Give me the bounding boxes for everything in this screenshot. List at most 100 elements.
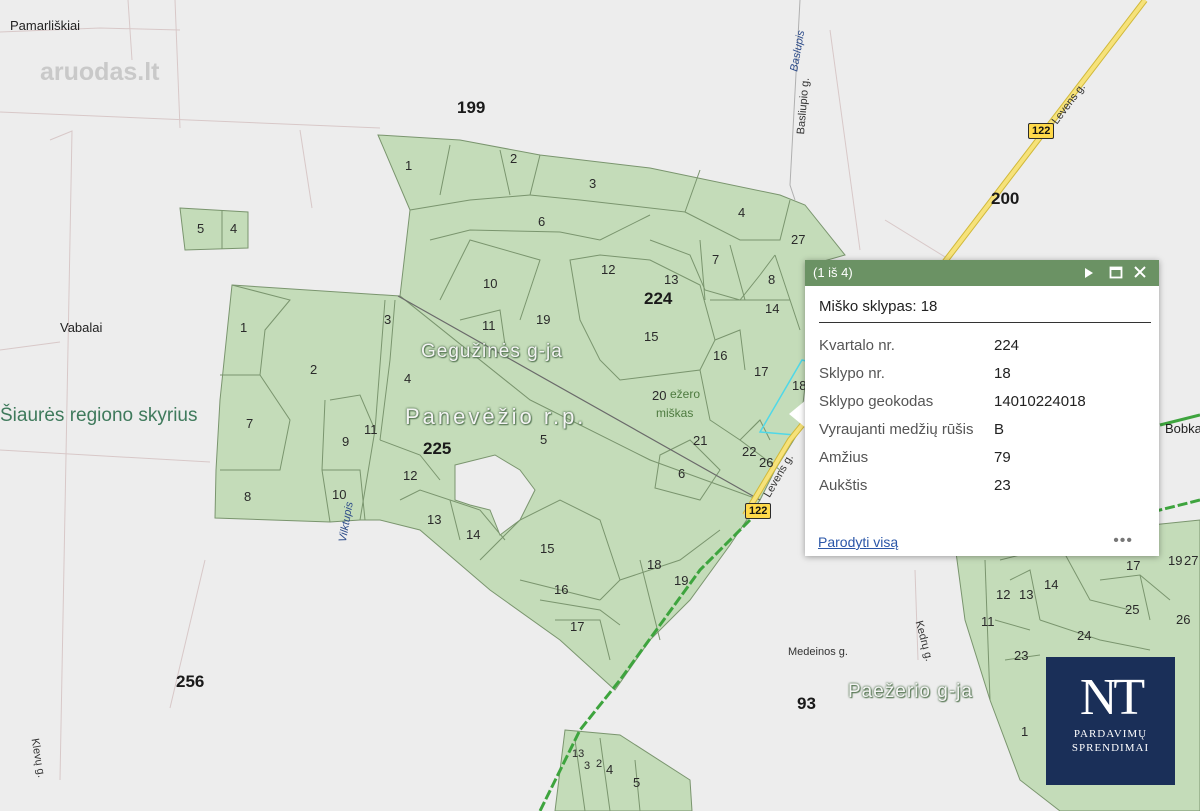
parcel-number: 13 (572, 748, 585, 760)
parcel-number: 4 (606, 762, 614, 777)
parcel-number: 13 (427, 512, 442, 527)
place-label: Vabalai (60, 320, 103, 335)
parcel-number: 18 (647, 557, 662, 572)
forest-name-label: ežero (670, 387, 701, 401)
parcel-number: 7 (712, 252, 720, 267)
quarter-number: 256 (176, 672, 205, 691)
parcel-number: 1 (240, 320, 248, 335)
forest-block-small (179, 207, 249, 251)
popup-pointer (789, 400, 806, 428)
parcel-number: 23 (1014, 648, 1029, 663)
logo-mark: NT (1079, 669, 1145, 726)
parcel-number: 4 (404, 371, 412, 386)
parcel-number: 17 (1126, 558, 1141, 573)
parcel-number: 22 (742, 444, 757, 459)
quarter-number: 224 (644, 289, 673, 308)
parcel-number: 15 (540, 541, 555, 556)
parcel-number: 8 (768, 272, 776, 287)
eldership-label: Gegužinės g-ja (421, 341, 563, 362)
popup-counter: (1 iš 4) (813, 265, 853, 280)
quarter-number: 199 (457, 98, 486, 117)
parcel-number: 26 (1176, 612, 1191, 627)
quarter-number: 200 (991, 189, 1020, 208)
popup-header: (1 iš 4) (805, 260, 1159, 286)
parcel-number: 2 (596, 758, 603, 770)
attribute-value: 14010224018 (994, 392, 1086, 410)
parcel-number: 19 (536, 312, 551, 327)
district-label: Panevėžio r.p. (405, 404, 587, 429)
attribute-row: Vyraujanti medžių rūšis B (819, 415, 1086, 443)
parcel-number: 2 (310, 362, 318, 377)
watermark-logo: aruodas.lt (40, 58, 159, 87)
parcel-number: 27 (1184, 553, 1199, 568)
parcel-number: 13 (1019, 587, 1034, 602)
region-label: Šiaurės regiono skyrius (0, 405, 198, 426)
next-feature-button[interactable] (1083, 260, 1103, 286)
parcel-number: 19 (674, 573, 689, 588)
parcel-number: 21 (693, 433, 708, 448)
parcel-number: 3 (384, 312, 392, 327)
attribute-key: Aukštis (819, 476, 868, 494)
attribute-value: 224 (994, 336, 1020, 354)
parcel-number: 2 (510, 151, 518, 166)
close-icon (1134, 266, 1146, 278)
parcel-number: 11 (981, 614, 995, 629)
attribute-value: 18 (994, 364, 1011, 382)
quarter-number: 93 (797, 694, 816, 713)
forest-map[interactable]: aruodas.lt 199 200 224 225 256 93 Pamarl… (0, 0, 1200, 811)
parcel-number: 12 (403, 468, 418, 483)
parcel-number: 9 (342, 434, 350, 449)
place-label: Pamarliškiai (10, 18, 81, 33)
logo-text-line: PARDAVIMŲ (1073, 728, 1148, 740)
close-button[interactable] (1133, 260, 1153, 286)
parcel-number: 4 (738, 205, 746, 220)
attribute-row: Sklypo geokodas 14010224018 (819, 387, 1086, 415)
forest-name-label: miškas (656, 406, 694, 420)
parcel-number: 5 (540, 432, 548, 447)
parcel-number: 20 (652, 388, 667, 403)
attribute-table: Kvartalo nr. 224 Sklypo nr. 18 Sklypo geok… (819, 331, 1086, 499)
attribute-key: Amžius (819, 448, 869, 466)
parcel-number: 27 (791, 232, 806, 247)
attribute-value: 23 (994, 476, 1011, 494)
parcel-number: 1 (405, 158, 413, 173)
parcel-number: 26 (759, 455, 774, 470)
more-options-button[interactable]: ••• (1113, 532, 1133, 550)
parcel-number: 7 (246, 416, 254, 431)
parcel-number: 11 (364, 422, 378, 437)
parcel-number: 14 (466, 527, 481, 542)
street-label: Medeinos g. (788, 646, 848, 658)
place-label: Bobka (1165, 421, 1200, 436)
attribute-key: Kvartalo nr. (819, 336, 895, 354)
info-popup: (1 iš 4) Miško sklypas: 18 Kvartalo nr. 2… (805, 260, 1159, 556)
parcel-number: 5 (633, 775, 641, 790)
attribute-row: Aukštis 23 (819, 471, 1086, 499)
parcel-number: 24 (1077, 628, 1092, 643)
parcel-number: 12 (996, 587, 1011, 602)
attribute-key: Vyraujanti medžių rūšis (819, 420, 974, 438)
parcel-number: 16 (554, 582, 569, 597)
eldership-label: Paežerio g-ja (848, 681, 973, 702)
parcel-number: 14 (765, 301, 780, 316)
brand-logo: NT PARDAVIMŲ SPRENDIMAI (1046, 657, 1175, 785)
popup-title: Miško sklypas: 18 (819, 298, 1151, 323)
maximize-icon (1109, 266, 1123, 279)
parcel-number: 11 (482, 318, 496, 333)
parcel-number: 10 (483, 276, 498, 291)
parcel-number: 13 (664, 272, 679, 287)
parcel-number: 3 (584, 760, 591, 772)
attribute-row: Kvartalo nr. 224 (819, 331, 1086, 359)
watermark-text: aruodas.lt (40, 58, 160, 86)
parcel-number: 5 (197, 221, 205, 236)
maximize-button[interactable] (1109, 260, 1129, 286)
attribute-value: B (994, 420, 1005, 438)
parcel-number: 17 (570, 619, 585, 634)
parcel-number: 6 (538, 214, 546, 229)
parcel-number: 14 (1044, 577, 1059, 592)
parcel-number: 1 (1021, 724, 1029, 739)
parcel-number: 10 (332, 487, 347, 502)
parcel-number: 19 (1168, 553, 1183, 568)
parcel-number: 4 (230, 221, 238, 236)
parcel-number: 3 (589, 176, 597, 191)
show-all-link[interactable]: Parodyti visą (818, 534, 898, 550)
